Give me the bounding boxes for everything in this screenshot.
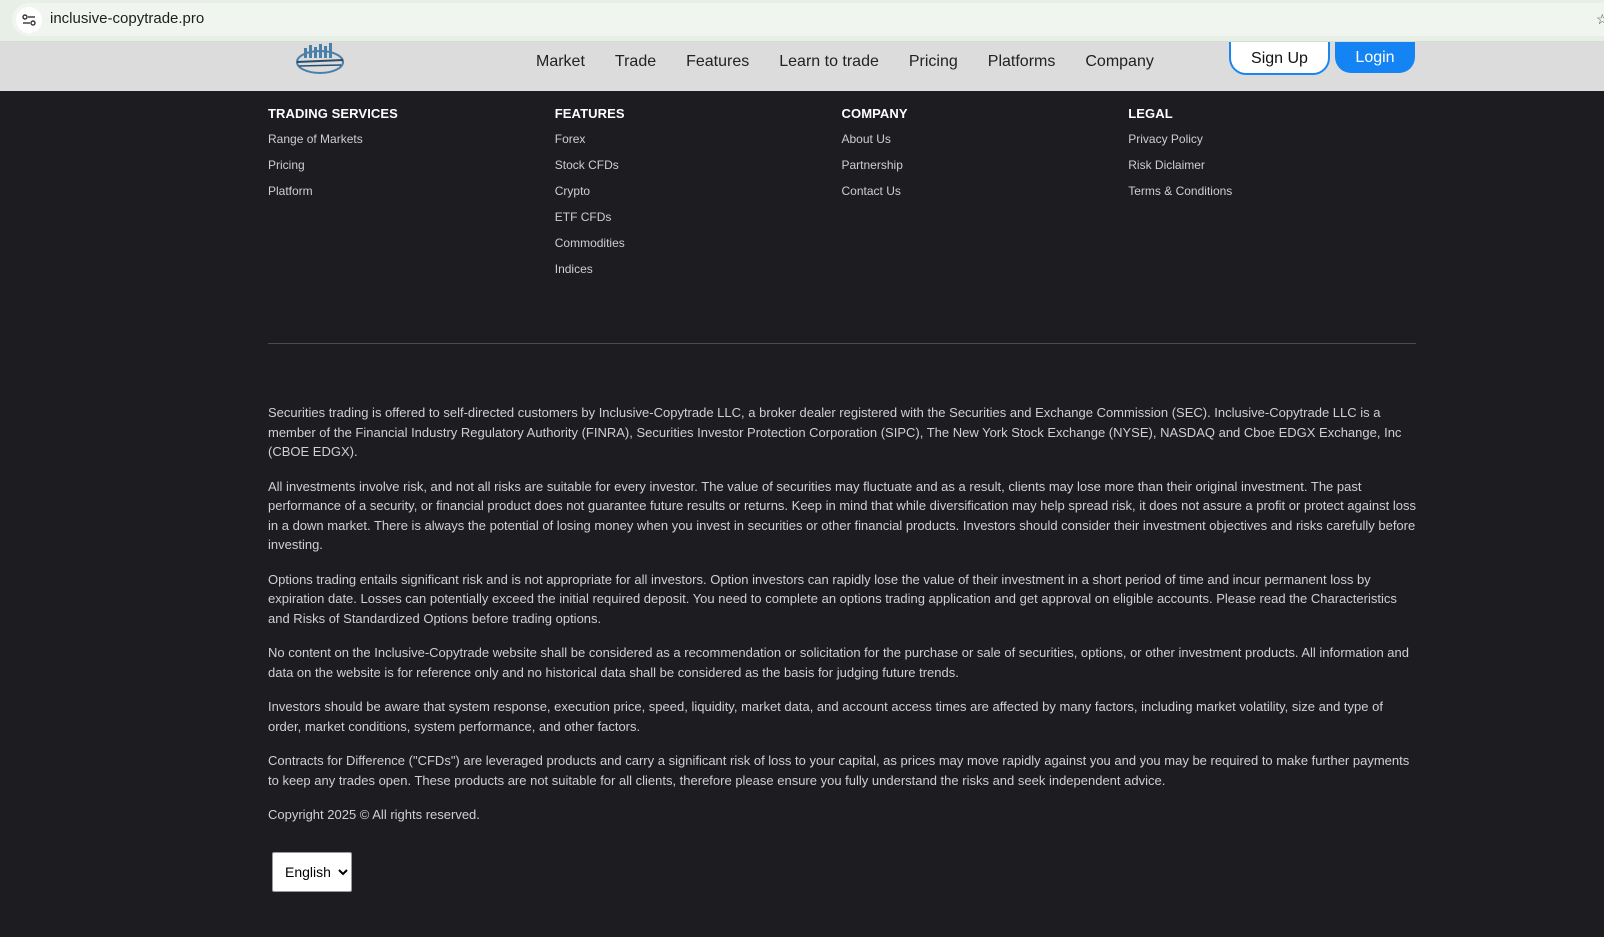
footer-link-range-of-markets[interactable]: Range of Markets	[268, 132, 555, 158]
footer-divider	[268, 343, 1416, 344]
nav-item-pricing[interactable]: Pricing	[909, 53, 958, 71]
disclaimer-paragraph: Investors should be aware that system re…	[268, 699, 1383, 734]
disclaimer-paragraph: Contracts for Difference ("CFDs") are le…	[268, 753, 1410, 788]
footer-link-crypto[interactable]: Crypto	[555, 184, 842, 210]
footer-link-privacy-policy[interactable]: Privacy Policy	[1128, 132, 1415, 158]
language-select[interactable]: English	[272, 852, 352, 892]
footer-column-legal: LEGAL Privacy Policy Risk Diclaimer Term…	[1128, 106, 1415, 288]
disclaimer-paragraph: Securities trading is offered to self-di…	[268, 405, 1402, 459]
footer-link-stock-cfds[interactable]: Stock CFDs	[555, 158, 842, 184]
nav-item-platforms[interactable]: Platforms	[988, 53, 1056, 71]
footer-link-partnership[interactable]: Partnership	[842, 158, 1129, 184]
footer-column-title: TRADING SERVICES	[268, 106, 398, 121]
copyright-text: Copyright 2025 © All rights reserved.	[268, 807, 480, 822]
footer-link-terms-conditions[interactable]: Terms & Conditions	[1128, 184, 1415, 210]
footer-column-title: FEATURES	[554, 106, 625, 121]
footer-link-contact-us[interactable]: Contact Us	[842, 184, 1129, 210]
footer-column-title: COMPANY	[841, 106, 908, 121]
footer-link-forex[interactable]: Forex	[555, 132, 842, 158]
footer-link-risk-disclaimer[interactable]: Risk Diclaimer	[1128, 158, 1415, 184]
address-bar[interactable]	[12, 3, 1604, 36]
footer-link-columns: TRADING SERVICES Range of Markets Pricin…	[268, 106, 1415, 288]
site-logo[interactable]	[293, 42, 347, 76]
disclaimer-paragraph: No content on the Inclusive-Copytrade we…	[268, 645, 1409, 680]
disclaimer-paragraph: All investments involve risk, and not al…	[268, 478, 1416, 553]
url-text[interactable]: inclusive-copytrade.pro	[50, 10, 204, 27]
nav-item-trade[interactable]: Trade	[615, 53, 656, 71]
footer-link-pricing[interactable]: Pricing	[268, 158, 555, 184]
site-info-icon[interactable]	[16, 7, 42, 33]
main-nav: Market Trade Features Learn to trade Pri…	[536, 42, 1184, 82]
footer-link-commodities[interactable]: Commodities	[555, 236, 842, 262]
footer-disclaimers: Securities trading is offered to self-di…	[268, 403, 1416, 824]
footer-column-trading-services: TRADING SERVICES Range of Markets Pricin…	[268, 106, 555, 288]
footer-column-company: COMPANY About Us Partnership Contact Us	[842, 106, 1129, 288]
nav-item-features[interactable]: Features	[686, 53, 749, 71]
footer-link-etf-cfds[interactable]: ETF CFDs	[555, 210, 842, 236]
nav-item-market[interactable]: Market	[536, 53, 585, 71]
footer-column-title: LEGAL	[1128, 106, 1173, 121]
login-button[interactable]: Login	[1335, 42, 1415, 73]
nav-item-learn-to-trade[interactable]: Learn to trade	[779, 53, 879, 71]
footer-link-indices[interactable]: Indices	[555, 262, 842, 288]
site-header: Market Trade Features Learn to trade Pri…	[0, 42, 1604, 91]
footer-link-about-us[interactable]: About Us	[842, 132, 1129, 158]
nav-item-company[interactable]: Company	[1085, 53, 1153, 71]
bookmark-star-icon[interactable]: ☆	[1596, 11, 1604, 28]
footer-column-features: FEATURES Forex Stock CFDs Crypto ETF CFD…	[555, 106, 842, 288]
sign-up-button[interactable]: Sign Up	[1229, 42, 1330, 75]
disclaimer-paragraph: Options trading entails significant risk…	[268, 571, 1397, 626]
browser-toolbar: inclusive-copytrade.pro ☆	[0, 0, 1604, 42]
footer-link-platform[interactable]: Platform	[268, 184, 555, 210]
